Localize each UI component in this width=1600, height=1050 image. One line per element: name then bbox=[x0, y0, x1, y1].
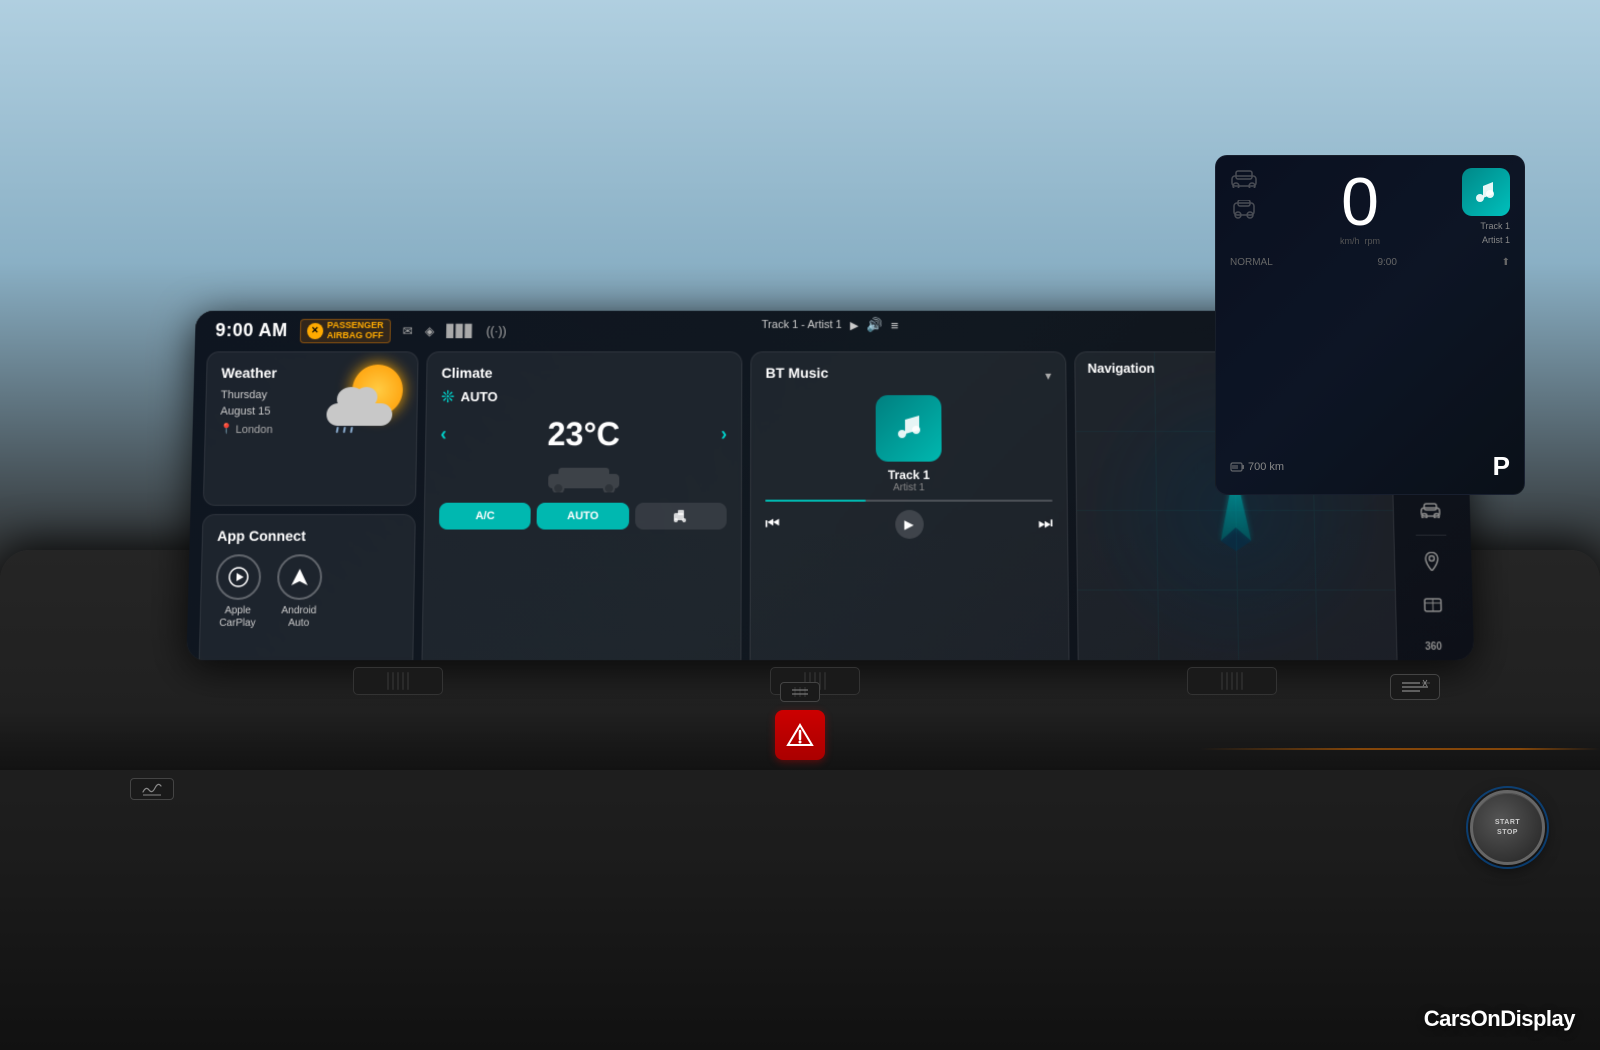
cluster-music-icon bbox=[1462, 168, 1510, 216]
top-play-icon: ▶ bbox=[850, 318, 859, 331]
signal-icon: ▊▊▊ bbox=[446, 324, 474, 338]
rear-defrost-button[interactable] bbox=[1390, 674, 1440, 700]
app-connect-title: App Connect bbox=[217, 527, 400, 544]
climate-mode-row: ❊ AUTO bbox=[441, 387, 727, 407]
cluster-bottom: 700 km P bbox=[1230, 451, 1510, 482]
start-stop-button[interactable]: STARTSTOP bbox=[1470, 790, 1545, 865]
cluster-music-widget: Track 1 Artist 1 bbox=[1462, 168, 1510, 247]
watermark: CarsOnDisplay bbox=[1424, 1006, 1575, 1032]
climate-title: Climate bbox=[441, 364, 727, 380]
dropdown-icon[interactable]: ▾ bbox=[1045, 368, 1051, 382]
airbag-warning: ✕ PASSENGERAIRBAG OFF bbox=[300, 319, 391, 343]
degrees-panel-text: 360 bbox=[1415, 629, 1453, 660]
apple-carplay-label: AppleCarPlay bbox=[219, 605, 256, 630]
top-track-info: Track 1 - Artist 1 bbox=[762, 319, 842, 331]
box-panel-icon[interactable] bbox=[1414, 585, 1452, 622]
bluetooth-icon: ◈ bbox=[425, 324, 435, 338]
cluster-track-info: Track 1 Artist 1 bbox=[1480, 220, 1510, 247]
left-section: Weather Thursday August 15 📍 London bbox=[198, 351, 418, 660]
play-button[interactable]: ▶ bbox=[895, 510, 924, 539]
nav-title: Navigation bbox=[1087, 360, 1154, 375]
bt-header: BT Music ▾ bbox=[766, 364, 1052, 386]
next-button[interactable]: ⏭ bbox=[1038, 515, 1053, 534]
android-auto-label: AndroidAuto bbox=[281, 605, 317, 630]
hazard-button[interactable] bbox=[775, 710, 825, 760]
top-volume-icon: 🔊 bbox=[867, 317, 883, 333]
weather-day: Thursday August 15 bbox=[220, 387, 314, 421]
message-icon: ✉ bbox=[403, 324, 413, 338]
prev-button[interactable]: ⏮ bbox=[765, 515, 780, 534]
android-auto-button[interactable]: AndroidAuto bbox=[276, 554, 323, 630]
fan-icon: ❊ bbox=[441, 387, 455, 407]
top-media-info: Track 1 - Artist 1 ▶ 🔊 ≡ bbox=[762, 317, 899, 333]
rain-drops bbox=[336, 427, 352, 433]
progress-bar[interactable] bbox=[765, 499, 1052, 501]
climate-car-display bbox=[440, 461, 727, 492]
apple-carplay-button[interactable]: AppleCarPlay bbox=[215, 554, 262, 630]
cloud-icon bbox=[326, 390, 392, 426]
climate-card[interactable]: Climate ❊ AUTO ‹ 23°C › bbox=[421, 351, 742, 660]
climate-mode-text: AUTO bbox=[461, 389, 498, 404]
speed-display: 0 km/h rpm bbox=[1258, 168, 1462, 246]
panel-divider-2 bbox=[1415, 534, 1446, 535]
bt-music-title: BT Music bbox=[766, 364, 829, 380]
speed-unit: km/h rpm bbox=[1258, 236, 1462, 246]
climate-temp-row: ‹ 23°C › bbox=[440, 415, 727, 453]
cluster-drive-info: NORMAL 9:00 ⬆ bbox=[1230, 253, 1510, 272]
range-display: 700 km bbox=[1230, 460, 1284, 474]
temp-increase-button[interactable]: › bbox=[721, 424, 727, 445]
start-stop-area: STARTSTOP bbox=[1470, 790, 1545, 865]
weather-title: Weather bbox=[221, 364, 314, 380]
media-controls: ⏮ ▶ ⏭ bbox=[765, 510, 1053, 539]
progress-fill bbox=[765, 499, 866, 501]
climate-temperature: 23°C bbox=[547, 415, 620, 453]
weather-icon bbox=[321, 364, 403, 430]
app-buttons: AppleCarPlay AndroidAuto bbox=[215, 554, 400, 630]
wifi-icon: ((·)) bbox=[486, 324, 506, 338]
seat-controls bbox=[130, 778, 174, 800]
cluster-header: 0 km/h rpm Track 1 Artist 1 bbox=[1230, 168, 1510, 247]
climate-buttons: A/C AUTO bbox=[439, 503, 727, 530]
rear-controls bbox=[1390, 674, 1440, 700]
airbag-text: PASSENGERAIRBAG OFF bbox=[327, 321, 384, 341]
cluster-upload-icon: ⬆ bbox=[1502, 257, 1510, 268]
artist-name: Artist 1 bbox=[765, 482, 1052, 493]
track-name: Track 1 bbox=[765, 468, 1052, 482]
android-auto-icon bbox=[277, 554, 323, 600]
center-controls bbox=[775, 682, 825, 760]
car-panel-icon[interactable] bbox=[1411, 491, 1449, 528]
apple-carplay-icon bbox=[216, 554, 262, 600]
temp-decrease-button[interactable]: ‹ bbox=[440, 424, 446, 445]
gear-display: P bbox=[1493, 451, 1510, 482]
bt-music-card[interactable]: BT Music ▾ Track 1 Artist 1 bbox=[750, 351, 1070, 660]
weather-card[interactable]: Weather Thursday August 15 📍 London bbox=[203, 351, 419, 505]
vent-3 bbox=[1187, 667, 1277, 695]
car-airflow-button[interactable] bbox=[635, 503, 727, 530]
vent-1 bbox=[353, 667, 443, 695]
seat-heat-button[interactable] bbox=[130, 778, 174, 800]
ac-button[interactable]: A/C bbox=[439, 503, 531, 530]
auto-button[interactable]: AUTO bbox=[537, 503, 629, 530]
cluster-mode: NORMAL bbox=[1230, 257, 1273, 268]
weather-location: 📍 London bbox=[220, 424, 313, 436]
top-eq-icon: ≡ bbox=[891, 317, 899, 332]
map-panel-icon[interactable] bbox=[1412, 542, 1450, 579]
defrost-button[interactable] bbox=[780, 682, 820, 702]
time-display: 9:00 AM bbox=[215, 320, 288, 341]
airbag-icon: ✕ bbox=[307, 323, 323, 339]
album-art bbox=[876, 395, 942, 461]
speed-value: 0 bbox=[1258, 168, 1462, 236]
instrument-cluster: 0 km/h rpm Track 1 Artist 1 NORMAL 9:00 bbox=[1215, 155, 1525, 495]
cluster-time: 9:00 bbox=[1377, 257, 1396, 268]
app-connect-card[interactable]: App Connect AppleCarPla bbox=[198, 514, 415, 660]
cluster-vehicle-icons bbox=[1230, 168, 1258, 220]
